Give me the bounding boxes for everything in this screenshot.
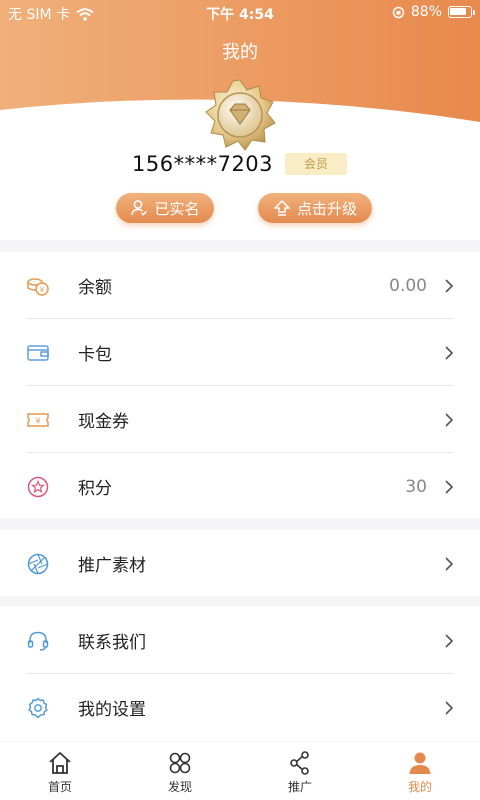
- diamond-badge-icon: [205, 79, 276, 151]
- upgrade-label: 点击升级: [296, 199, 357, 218]
- balance-value: 0.00: [389, 275, 427, 296]
- menu-item-points[interactable]: 积分 30: [0, 453, 480, 520]
- tab-discover[interactable]: 发现: [120, 742, 240, 800]
- svg-text:¥: ¥: [35, 416, 40, 425]
- user-outline-icon: [131, 200, 148, 216]
- profile-header: 无 SIM 卡 下午 4:54 88% 我的 156****7203 会员 已实…: [0, 0, 480, 240]
- user-icon: [409, 752, 431, 774]
- wallet-icon: [26, 341, 50, 365]
- tab-label: 推广: [287, 780, 312, 794]
- menu-label: 联系我们: [78, 633, 146, 653]
- verified-button[interactable]: 已实名: [116, 193, 214, 223]
- home-icon: [49, 752, 71, 774]
- headset-icon: [26, 629, 50, 653]
- upgrade-button[interactable]: 点击升级: [258, 193, 372, 223]
- verified-label: 已实名: [154, 199, 200, 218]
- chevron-right-icon: [445, 633, 454, 648]
- menu-label: 现金券: [78, 412, 129, 432]
- promotion-menu-card: 推广素材: [0, 530, 480, 596]
- menu-label: 卡包: [78, 345, 112, 365]
- chevron-right-icon: [445, 556, 454, 571]
- chevron-right-icon: [445, 412, 454, 427]
- svg-text:¥: ¥: [40, 286, 45, 294]
- battery-icon: [448, 6, 475, 18]
- battery-level: [450, 8, 466, 15]
- upgrade-arrow-icon: [274, 200, 290, 216]
- chevron-right-icon: [445, 700, 454, 715]
- chevron-right-icon: [445, 345, 454, 360]
- menu-label: 推广素材: [78, 556, 146, 576]
- account-menu-card: ¥ 余额 0.00 卡包 ¥ 现金券 积分 30: [0, 252, 480, 518]
- gear-icon: [26, 696, 50, 720]
- points-star-icon: [26, 475, 50, 499]
- menu-item-contact-us[interactable]: 联系我们: [0, 607, 480, 674]
- coins-icon: ¥: [26, 274, 50, 298]
- menu-item-settings[interactable]: 我的设置: [0, 674, 480, 741]
- menu-item-card-wallet[interactable]: 卡包: [0, 319, 480, 386]
- discover-icon: [169, 752, 191, 774]
- member-badge: 会员: [285, 153, 347, 175]
- aperture-icon: [26, 552, 50, 576]
- coupon-icon: ¥: [26, 408, 50, 432]
- page-title: 我的: [222, 42, 258, 63]
- tab-home[interactable]: 首页: [0, 742, 120, 800]
- share-icon: [290, 751, 309, 775]
- tab-label: 发现: [167, 780, 192, 794]
- support-menu-card: 联系我们 我的设置: [0, 607, 480, 741]
- orientation-lock-icon: [392, 6, 405, 18]
- menu-label: 我的设置: [78, 700, 146, 720]
- menu-label: 积分: [78, 479, 112, 499]
- chevron-right-icon: [445, 479, 454, 494]
- menu-item-promo-materials[interactable]: 推广素材: [0, 530, 480, 597]
- bottom-tab-bar: 首页 发现 推广 我的: [0, 742, 480, 800]
- status-bar: 无 SIM 卡 下午 4:54 88%: [0, 0, 480, 26]
- user-phone: 156****7203: [132, 152, 274, 176]
- points-value: 30: [405, 476, 427, 497]
- menu-item-balance[interactable]: ¥ 余额 0.00: [0, 252, 480, 319]
- menu-item-coupon[interactable]: ¥ 现金券: [0, 386, 480, 453]
- tab-label: 我的: [407, 780, 432, 794]
- menu-label: 余额: [78, 278, 112, 298]
- tab-mine[interactable]: 我的: [360, 742, 480, 800]
- tab-promote[interactable]: 推广: [240, 742, 360, 800]
- tab-label: 首页: [47, 780, 72, 794]
- battery-percent: 88%: [410, 4, 442, 20]
- chevron-right-icon: [445, 278, 454, 293]
